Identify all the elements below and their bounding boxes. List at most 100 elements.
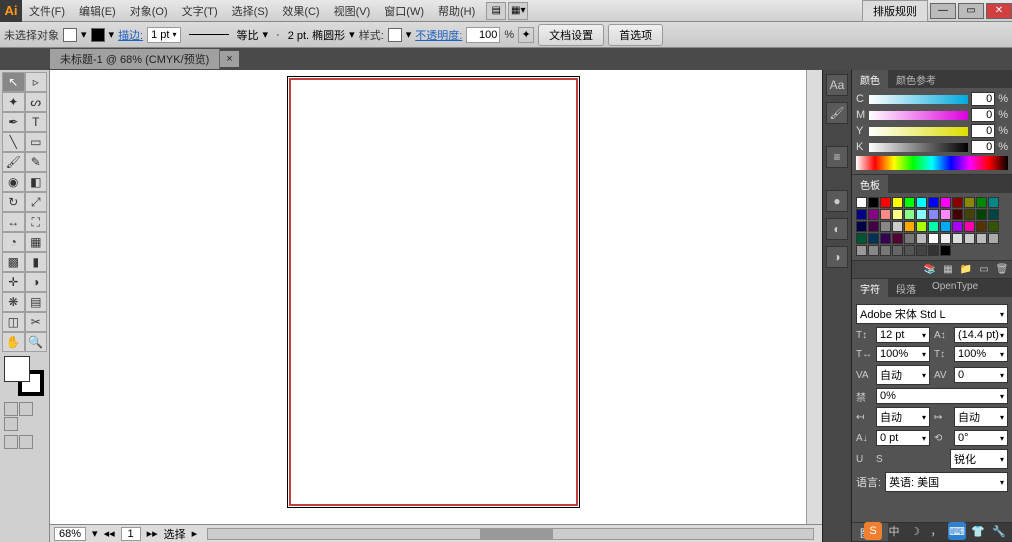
brush-preset[interactable]: 2 pt. 椭圆形 <box>288 27 345 43</box>
swatch-27[interactable] <box>892 221 903 232</box>
recolor-icon[interactable]: ✦ <box>518 27 534 43</box>
swatch-17[interactable] <box>916 209 927 220</box>
gradient-tool[interactable]: ▮ <box>25 252 48 272</box>
skin-icon[interactable]: 👕 <box>969 522 987 540</box>
screen-full-icon[interactable] <box>19 435 33 449</box>
swatch-23[interactable] <box>988 209 999 220</box>
brush-panel-icon[interactable]: 🖌 <box>826 102 848 124</box>
swatch-32[interactable] <box>952 221 963 232</box>
color-spectrum[interactable] <box>856 156 1008 170</box>
menu-edit[interactable]: 编辑(E) <box>72 3 123 19</box>
swatch-24[interactable] <box>856 221 867 232</box>
pen-tool[interactable]: ✒ <box>2 112 25 132</box>
type-tool[interactable]: T <box>25 112 48 132</box>
tracking-input[interactable]: 0 <box>954 367 1008 383</box>
swatch-26[interactable] <box>880 221 891 232</box>
menu-effect[interactable]: 效果(C) <box>275 3 326 19</box>
pencil-tool[interactable]: ✎ <box>25 152 48 172</box>
menu-select[interactable]: 选择(S) <box>225 3 276 19</box>
toolbox-icon[interactable]: 🔧 <box>990 522 1008 540</box>
aki-after-input[interactable]: 自动 <box>954 407 1008 427</box>
swatch-21[interactable] <box>964 209 975 220</box>
scale-tool[interactable]: ⤢ <box>25 192 48 212</box>
swatch-19[interactable] <box>940 209 951 220</box>
rotation-input[interactable]: 0° <box>954 430 1008 446</box>
paragraph-tab[interactable]: 段落 <box>888 279 924 297</box>
swatch-18[interactable] <box>928 209 939 220</box>
keyboard-icon[interactable]: ⌨ <box>948 522 966 540</box>
opentype-tab[interactable]: OpenType <box>924 279 986 297</box>
cmyk-Y-slider[interactable] <box>869 127 968 136</box>
blob-brush-tool[interactable]: ◉ <box>2 172 25 192</box>
style-swatch[interactable] <box>388 28 402 42</box>
document-tab-close[interactable]: × <box>220 51 238 67</box>
swatch-25[interactable] <box>868 221 879 232</box>
cmyk-K-value[interactable]: 0 <box>971 140 995 154</box>
swatch-14[interactable] <box>880 209 891 220</box>
horizontal-scrollbar[interactable] <box>207 528 814 540</box>
cmyk-K-slider[interactable] <box>869 143 968 152</box>
swatches-tab[interactable]: 色板 <box>852 175 888 193</box>
character-tab[interactable]: 字符 <box>852 279 888 297</box>
cmyk-C-value[interactable]: 0 <box>971 92 995 106</box>
hand-tool[interactable]: ✋ <box>2 332 25 352</box>
paintbrush-tool[interactable]: 🖌 <box>2 152 25 172</box>
strike-icon[interactable]: S <box>876 454 892 465</box>
vscale-input[interactable]: 100% <box>876 346 930 362</box>
selection-tool[interactable]: ↖ <box>2 72 25 92</box>
eraser-tool[interactable]: ◧ <box>25 172 48 192</box>
swatch-48[interactable] <box>856 245 867 256</box>
aki-before-input[interactable]: 自动 <box>876 407 930 427</box>
swatch-4[interactable] <box>904 197 915 208</box>
canvas[interactable] <box>50 70 822 524</box>
swatch-51[interactable] <box>892 245 903 256</box>
fill-stroke-control[interactable] <box>4 356 44 396</box>
swatch-library-icon[interactable]: 📚 <box>923 263 937 277</box>
swatch-22[interactable] <box>976 209 987 220</box>
page-number[interactable]: 1 <box>121 527 141 541</box>
swatch-42[interactable] <box>928 233 939 244</box>
baseline-input[interactable]: 0 pt <box>876 430 930 446</box>
cmyk-C-slider[interactable] <box>869 95 968 104</box>
align-panel-icon[interactable]: ≡ <box>826 146 848 168</box>
swatch-55[interactable] <box>940 245 951 256</box>
rectangle-tool[interactable]: ▭ <box>25 132 48 152</box>
color-tab[interactable]: 颜色 <box>852 70 888 88</box>
perspective-tool[interactable]: ▦ <box>25 232 48 252</box>
swatch-13[interactable] <box>868 209 879 220</box>
fill-swatch[interactable] <box>63 28 77 42</box>
swatch-20[interactable] <box>952 209 963 220</box>
swatch-9[interactable] <box>964 197 975 208</box>
magic-wand-tool[interactable]: ✦ <box>2 92 25 112</box>
swatch-53[interactable] <box>916 245 927 256</box>
swatch-29[interactable] <box>916 221 927 232</box>
swatch-8[interactable] <box>952 197 963 208</box>
swatch-37[interactable] <box>868 233 879 244</box>
swatch-41[interactable] <box>916 233 927 244</box>
swatch-35[interactable] <box>988 221 999 232</box>
swatch-16[interactable] <box>904 209 915 220</box>
leading-input[interactable]: (14.4 pt) <box>954 327 1008 343</box>
opacity-input[interactable] <box>466 27 500 43</box>
swatch-10[interactable] <box>976 197 987 208</box>
eyedropper-tool[interactable]: ✛ <box>2 272 25 292</box>
language-select[interactable]: 英语: 美国 <box>885 472 1008 492</box>
menu-object[interactable]: 对象(O) <box>123 3 175 19</box>
swatch-36[interactable] <box>856 233 867 244</box>
stroke-weight-input[interactable]: 1 pt <box>147 27 180 43</box>
free-transform-tool[interactable]: ⛶ <box>25 212 48 232</box>
cmyk-Y-value[interactable]: 0 <box>971 124 995 138</box>
character-panel-icon[interactable]: Aa <box>826 74 848 96</box>
stroke-swatch[interactable] <box>91 28 105 42</box>
document-setup-button[interactable]: 文档设置 <box>538 24 604 46</box>
line-tool[interactable]: ╲ <box>2 132 25 152</box>
menu-file[interactable]: 文件(F) <box>22 3 72 19</box>
screen-normal-icon[interactable] <box>4 435 18 449</box>
new-swatch-group-icon[interactable]: 📁 <box>959 263 973 277</box>
blend-tool[interactable]: ◑ <box>25 272 48 292</box>
width-tool[interactable]: ↔ <box>2 212 25 232</box>
sogou-ime-icon[interactable]: S <box>864 522 882 540</box>
swatch-15[interactable] <box>892 209 903 220</box>
stroke-link[interactable]: 描边: <box>118 27 143 43</box>
swatch-31[interactable] <box>940 221 951 232</box>
